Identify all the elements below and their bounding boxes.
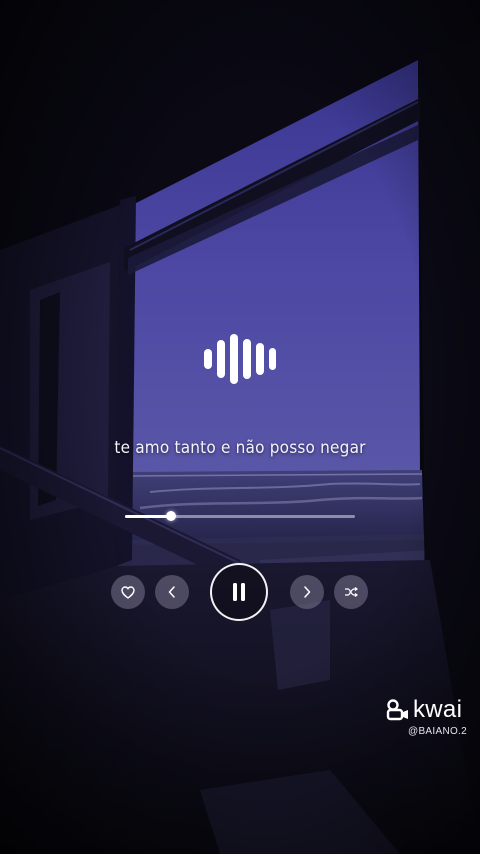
video-frame: te amo tanto e não posso negar kwai @BAI…	[0, 0, 480, 854]
creator-handle: @BAIANO.2	[408, 726, 467, 737]
shuffle-button[interactable]	[334, 575, 368, 609]
lyric-line: te amo tanto e não posso negar	[114, 438, 366, 458]
pause-button[interactable]	[210, 563, 268, 621]
kwai-camera-icon	[386, 699, 408, 721]
heart-icon	[121, 585, 135, 599]
progress-fill	[125, 515, 171, 518]
progress-slider[interactable]	[125, 511, 355, 521]
chevron-left-icon	[168, 586, 175, 598]
shuffle-icon	[345, 587, 358, 597]
sound-wave-icon	[204, 334, 276, 384]
like-button[interactable]	[111, 575, 145, 609]
kwai-logo: kwai	[386, 698, 462, 722]
pause-icon	[233, 583, 245, 601]
next-button[interactable]	[290, 575, 324, 609]
previous-button[interactable]	[155, 575, 189, 609]
kwai-brand-text: kwai	[413, 696, 463, 723]
progress-thumb[interactable]	[166, 511, 176, 521]
chevron-right-icon	[304, 586, 311, 598]
